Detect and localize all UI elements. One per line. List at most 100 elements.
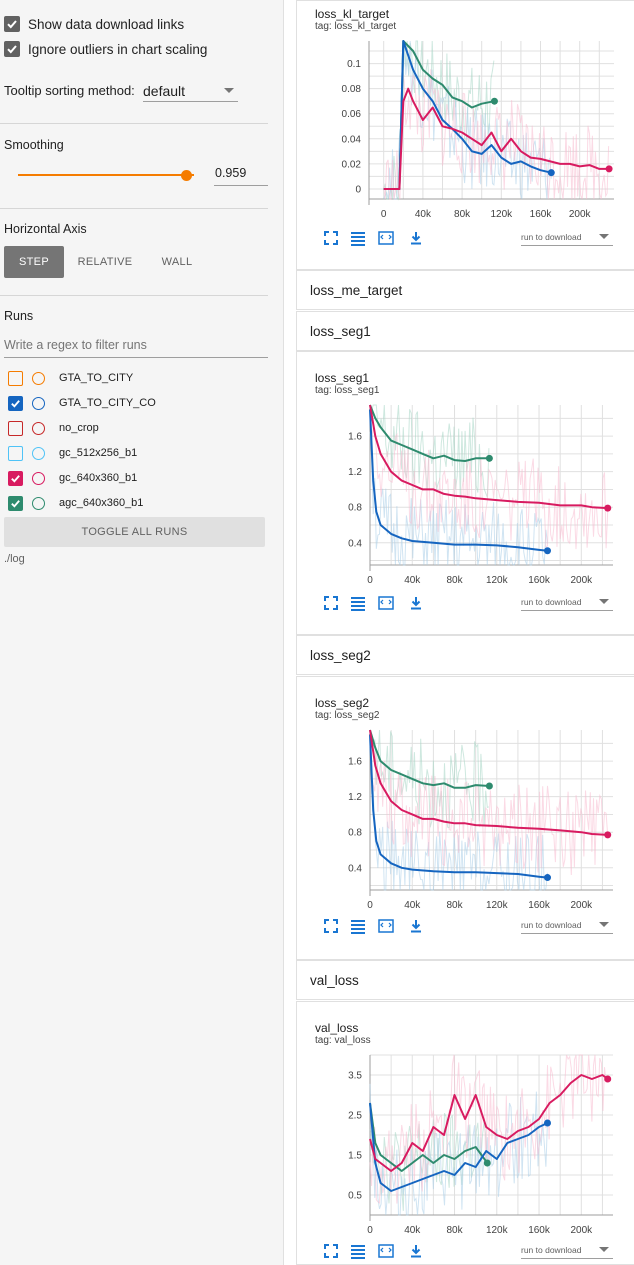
run-name: GTA_TO_CITY_CO [59,397,156,409]
run-checkbox-checked[interactable] [8,395,23,411]
run-checkbox[interactable] [8,420,23,436]
download-icon[interactable] [408,595,424,611]
x-tick-label: 200k [570,900,593,911]
show-download-option[interactable]: Show data download links [4,16,184,32]
fullscreen-icon[interactable] [323,918,339,934]
tooltip-sorting-select[interactable]: default [143,80,238,102]
run-item[interactable]: GTA_TO_CITY_CO [8,394,156,412]
fit-domain-icon[interactable] [378,918,394,934]
run-color-circle-icon[interactable] [32,396,45,410]
group-header-val-loss[interactable]: val_loss [296,960,634,1000]
x-tick-label: 160k [530,209,553,220]
axis-relative-button[interactable]: RELATIVE [72,246,138,278]
toggle-log-scale-icon[interactable] [350,230,366,246]
smoothing-title: Smoothing [4,138,64,152]
series-endpoint [547,169,555,177]
x-tick-label: 40k [404,1225,421,1236]
run-color-circle-icon[interactable] [32,371,45,385]
axis-wall-button[interactable]: WALL [150,246,204,278]
y-tick-label: 0.8 [348,503,362,514]
run-checkbox[interactable] [8,370,23,386]
x-tick-label: 120k [486,900,509,911]
x-tick-label: 0 [367,900,373,911]
x-tick-label: 200k [570,575,593,586]
toggle-all-runs-button[interactable]: TOGGLE ALL RUNS [4,517,265,547]
run-to-download-select[interactable]: run to download [521,916,613,934]
fit-domain-icon[interactable] [378,1243,394,1259]
run-color-circle-icon[interactable] [32,446,45,460]
run-name: gc_512x256_b1 [59,447,138,459]
fit-domain-icon[interactable] [378,230,394,246]
x-tick-label: 200k [569,209,592,220]
smoothing-slider-track[interactable] [18,174,194,176]
run-to-download-select[interactable]: run to download [521,228,613,246]
download-icon[interactable] [408,1243,424,1259]
fullscreen-icon[interactable] [323,595,339,611]
chevron-down-icon [599,234,609,239]
run-color-circle-icon[interactable] [32,471,45,485]
chart-val-loss[interactable]: 0 40k 80k 120k 160k 200k 0.5 1.5 2.5 3.5 [297,1002,634,1242]
x-tick-label: 200k [570,1225,593,1236]
run-to-download-label: run to download [521,596,582,607]
group-header-loss-seg1[interactable]: loss_seg1 [296,311,634,351]
x-tick-label: 80k [446,900,463,911]
fullscreen-icon[interactable] [323,1243,339,1259]
y-tick-label: 0.06 [342,109,362,120]
run-color-circle-icon[interactable] [32,421,45,435]
y-tick-label: 1.5 [348,1151,362,1162]
series-endpoint [604,1075,612,1083]
run-item[interactable]: no_crop [8,419,99,437]
runs-title: Runs [4,309,34,323]
series-endpoint [605,165,613,173]
checkbox-checked-icon[interactable] [4,41,20,57]
run-item[interactable]: gc_640x360_b1 [8,469,137,487]
chart-loss-seg1[interactable]: 0 40k 80k 120k 160k 200k 0.4 0.8 1.2 1.6 [297,352,634,592]
run-checkbox[interactable] [8,445,23,461]
run-checkbox-checked[interactable] [8,495,23,511]
toggle-log-scale-icon[interactable] [350,595,366,611]
x-tick-label: 0 [367,1225,373,1236]
series-endpoint [485,782,493,790]
run-color-circle-icon[interactable] [32,496,45,510]
toggle-log-scale-icon[interactable] [350,1243,366,1259]
x-tick-label: 0 [381,209,387,220]
runs-filter-input[interactable]: Write a regex to filter runs [4,338,268,358]
chart-card-loss-seg2: loss_seg2 tag: loss_seg2 0 40k 80k 120k 160k… [296,676,634,960]
group-header-loss-seg2[interactable]: loss_seg2 [296,635,634,675]
x-tick-label: 120k [490,209,513,220]
smoothing-slider-thumb[interactable] [181,170,193,181]
chart-loss-seg2[interactable]: 0 40k 80k 120k 160k 200k 0.4 0.8 1.2 1.6 [297,677,634,917]
ignore-outliers-option[interactable]: Ignore outliers in chart scaling [4,41,207,57]
toggle-log-scale-icon[interactable] [350,918,366,934]
chart-card-val-loss: val_loss tag: val_loss 0 40k 80k 120k 160k 20… [296,1001,634,1265]
chevron-down-icon [599,922,609,927]
y-tick-label: 0.5 [348,1191,362,1202]
divider [0,123,268,124]
x-tick-label: 0 [367,575,373,586]
run-item[interactable]: gc_512x256_b1 [8,444,137,462]
divider [0,295,268,296]
run-to-download-select[interactable]: run to download [521,593,613,611]
run-to-download-select[interactable]: run to download [521,1241,613,1259]
y-tick-label: 1.6 [348,432,362,443]
run-item[interactable]: agc_640x360_b1 [8,494,143,512]
fullscreen-icon[interactable] [323,230,339,246]
run-name: gc_640x360_b1 [59,472,138,484]
chart-loss-kl-target[interactable]: 0 40k 80k 120k 160k 200k 0 0.02 0.04 0.06 0.08 0.1 [297,1,634,226]
y-tick-label: 1.2 [348,792,362,803]
checkbox-checked-icon[interactable] [4,16,20,32]
download-icon[interactable] [408,230,424,246]
tooltip-sorting-label: Tooltip sorting method: [4,83,135,98]
download-icon[interactable] [408,918,424,934]
ignore-outliers-label: Ignore outliers in chart scaling [28,41,208,57]
series-endpoint [485,454,493,462]
series-endpoint [604,831,612,839]
run-item[interactable]: GTA_TO_CITY [8,369,133,387]
run-checkbox-checked[interactable] [8,470,23,486]
group-header-loss-me-target[interactable]: loss_me_target [296,270,634,310]
axis-step-button[interactable]: STEP [4,246,64,278]
series-endpoint [543,1119,551,1127]
fit-domain-icon[interactable] [378,595,394,611]
chevron-down-icon [599,1247,609,1252]
smoothing-input[interactable]: 0.959 [214,166,268,186]
